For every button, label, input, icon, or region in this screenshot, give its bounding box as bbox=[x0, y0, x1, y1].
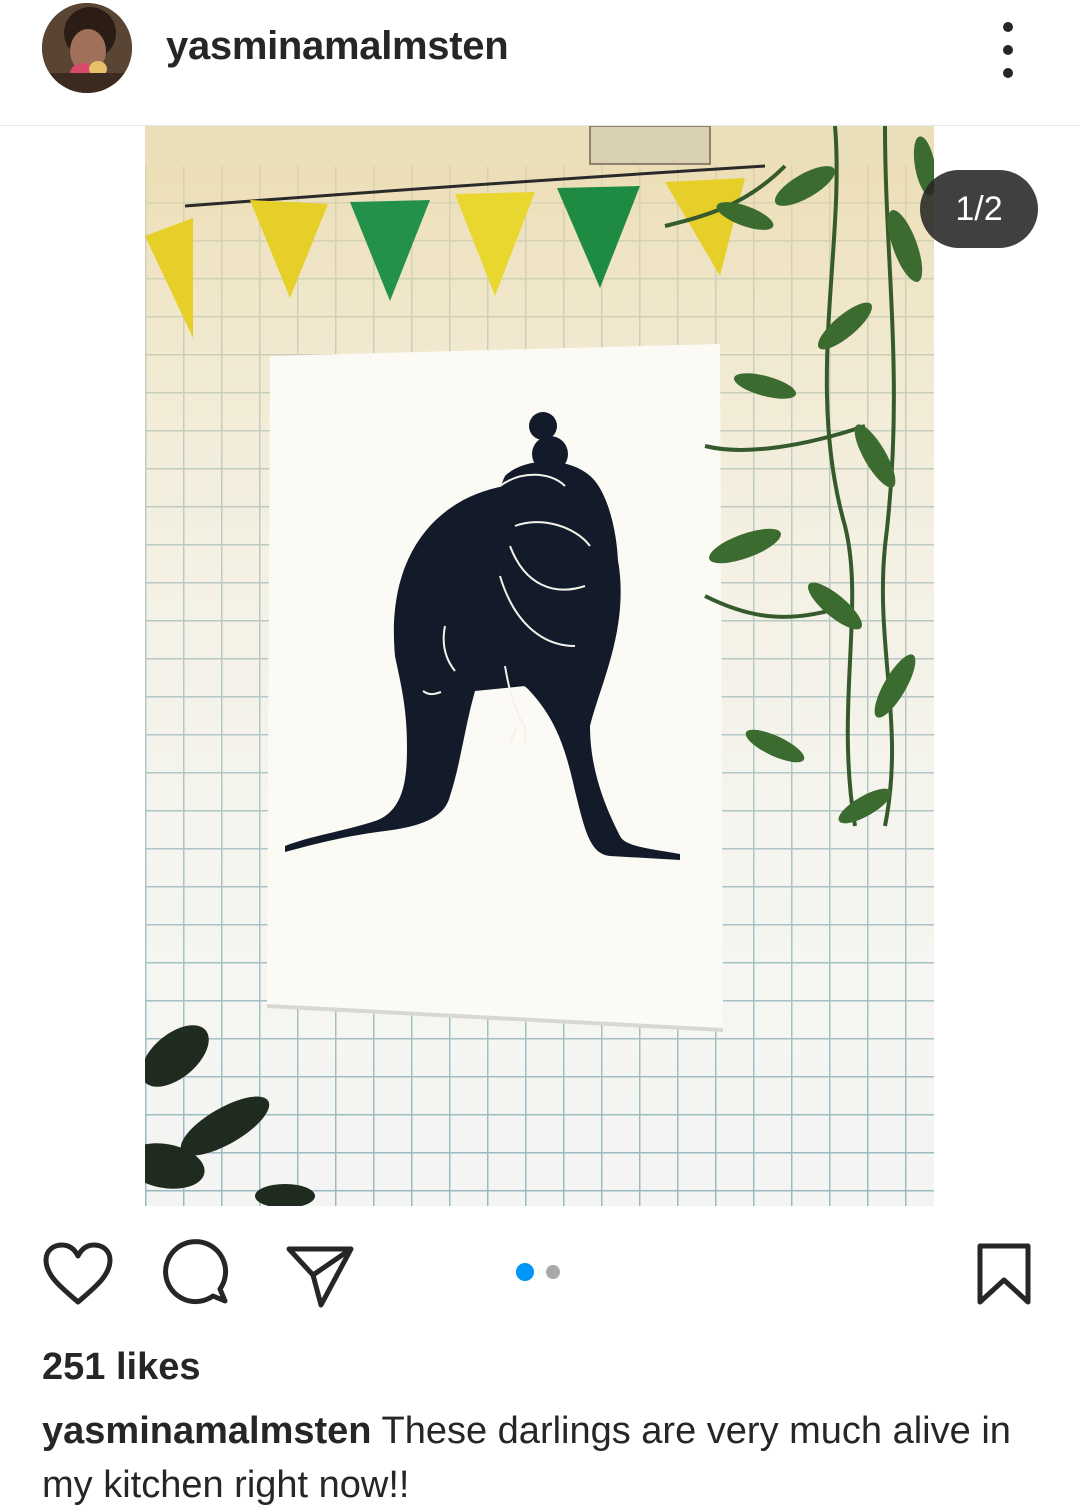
carousel-dot bbox=[546, 1265, 560, 1279]
more-vertical-icon[interactable] bbox=[985, 22, 1031, 78]
post-username[interactable]: yasminamalmsten bbox=[166, 24, 509, 69]
comment-icon[interactable] bbox=[160, 1236, 236, 1312]
caption-username[interactable]: yasminamalmsten bbox=[42, 1410, 372, 1452]
post-image[interactable] bbox=[145, 126, 934, 1206]
media-counter-badge: 1/2 bbox=[920, 170, 1038, 248]
send-icon[interactable] bbox=[282, 1238, 358, 1314]
carousel-indicator bbox=[516, 1263, 560, 1281]
heart-icon[interactable] bbox=[40, 1236, 116, 1312]
post-caption: yasminamalmsten These darlings are very m… bbox=[42, 1404, 1052, 1510]
carousel-dot-active bbox=[516, 1263, 534, 1281]
post-header: yasminamalmsten bbox=[0, 0, 1080, 126]
likes-count[interactable]: 251 likes bbox=[42, 1346, 200, 1389]
avatar[interactable] bbox=[42, 3, 132, 93]
action-bar bbox=[0, 1230, 1080, 1320]
bookmark-icon[interactable] bbox=[966, 1236, 1042, 1312]
